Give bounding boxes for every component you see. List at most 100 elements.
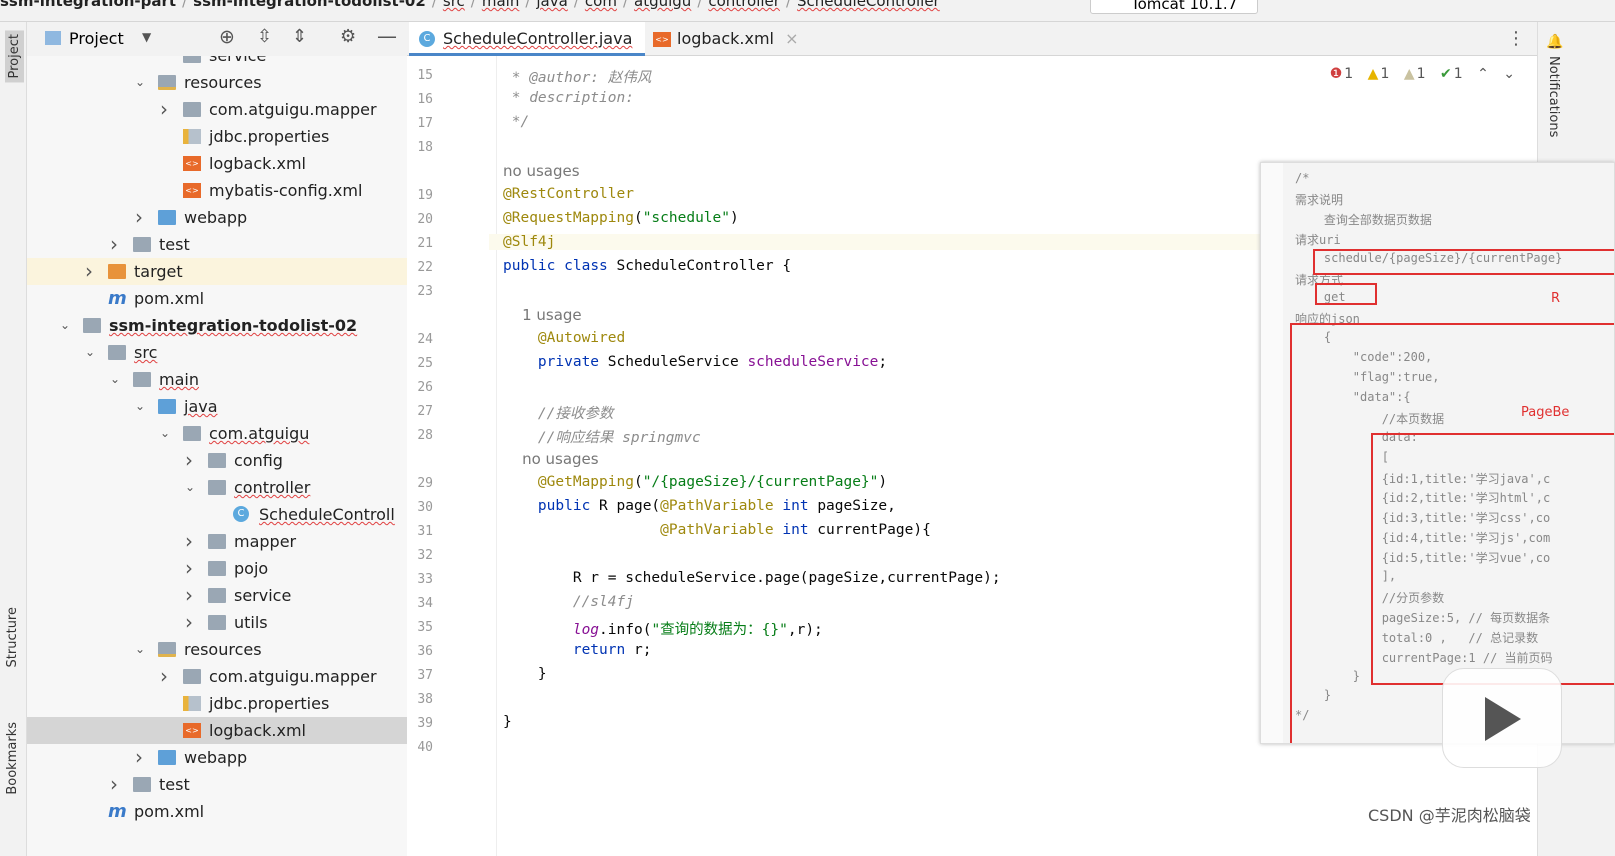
chevron-down-icon[interactable]: ⌄ <box>160 420 172 447</box>
video-play-icon[interactable] <box>1442 668 1562 768</box>
chevron-right-icon[interactable]: › <box>185 582 197 609</box>
chevron-right-icon[interactable]: › <box>135 204 147 231</box>
tree-item[interactable]: ⌄ ssm-integration-todolist-02 <box>27 312 407 339</box>
chevron-down-icon[interactable]: ⌄ <box>85 339 97 366</box>
bookmarks-tool-button[interactable]: Bookmarks <box>5 722 20 795</box>
tree-item[interactable]: C ScheduleControll <box>27 501 407 528</box>
tree-item[interactable]: › service <box>27 582 407 609</box>
hide-icon[interactable]: — <box>377 24 397 48</box>
excluded-folder-icon <box>108 264 126 279</box>
chevron-down-icon[interactable]: ⌄ <box>135 636 147 663</box>
tree-item[interactable]: <> logback.xml <box>27 150 407 177</box>
breadcrumb-item[interactable]: ScheduleController <box>797 0 940 10</box>
tree-item[interactable]: <> mybatis-config.xml <box>27 177 407 204</box>
expand-all-icon[interactable]: ⇳ <box>257 26 272 47</box>
project-view-select[interactable]: Project <box>69 29 124 48</box>
tree-item[interactable]: › webapp <box>27 204 407 231</box>
tree-item[interactable]: ⌄ resources <box>27 636 407 663</box>
chevron-right-icon[interactable]: › <box>110 231 122 258</box>
locate-icon[interactable]: ⊕ <box>219 26 235 48</box>
breadcrumb-item[interactable]: java <box>536 0 567 10</box>
structure-tool-button[interactable]: Structure <box>5 607 20 667</box>
code-line: public R page(@PathVariable int pageSize… <box>537 498 896 514</box>
code-line: * description: <box>503 90 634 106</box>
chevron-right-icon[interactable]: › <box>185 528 197 555</box>
gear-icon[interactable]: ⚙ <box>340 26 356 47</box>
run-config-select[interactable]: Tomcat 10.1.7 <box>1090 0 1258 14</box>
tree-item-label: pom.xml <box>134 289 205 308</box>
chevron-right-icon[interactable]: › <box>110 771 122 798</box>
next-highlight-icon[interactable]: ⌄ <box>1503 66 1515 82</box>
tree-item[interactable]: › webapp <box>27 744 407 771</box>
breadcrumb-item[interactable]: controller <box>708 0 780 10</box>
chevron-right-icon[interactable]: › <box>185 447 197 474</box>
tree-item[interactable]: ⌄ resources <box>27 69 407 96</box>
tree-item[interactable]: jdbc.properties <box>27 123 407 150</box>
chevron-right-icon[interactable]: › <box>85 258 97 285</box>
previous-highlight-icon[interactable]: ⌃ <box>1477 66 1489 82</box>
code-line: //sl4fj <box>503 594 634 610</box>
folder-icon <box>183 426 201 441</box>
bell-icon[interactable]: 🔔 <box>1546 34 1563 50</box>
tree-item[interactable]: › mapper <box>27 528 407 555</box>
tree-item-label: com.atguigu.mapper <box>209 667 377 686</box>
chevron-down-icon[interactable]: ▼ <box>142 30 151 44</box>
notifications-tool-button[interactable]: Notifications <box>1546 56 1561 137</box>
popup-gutter <box>1261 163 1283 743</box>
tree-item[interactable]: ⌄ com.atguigu <box>27 420 407 447</box>
line-number: 26 <box>417 380 433 395</box>
chevron-down-icon[interactable]: ⌄ <box>135 393 147 420</box>
chevron-right-icon[interactable]: › <box>160 663 172 690</box>
folder-icon <box>133 777 151 792</box>
tree-item[interactable]: m pom.xml <box>27 285 407 312</box>
breadcrumb-item[interactable]: com <box>585 0 617 10</box>
chevron-right-icon[interactable]: › <box>185 555 197 582</box>
usage-hint[interactable]: no usages <box>503 450 599 468</box>
usage-hint[interactable]: no usages <box>503 162 580 180</box>
tree-item[interactable]: › pojo <box>27 555 407 582</box>
breadcrumb-item[interactable]: src <box>443 0 465 10</box>
tree-item[interactable]: › com.atguigu.mapper <box>27 96 407 123</box>
close-icon[interactable]: × <box>785 29 798 48</box>
code-line: private ScheduleService scheduleService; <box>537 354 888 370</box>
chevron-right-icon[interactable]: › <box>185 609 197 636</box>
tree-item[interactable]: jdbc.properties <box>27 690 407 717</box>
tree-item-label: com.atguigu.mapper <box>209 100 377 119</box>
collapse-all-icon[interactable]: ⇕ <box>292 26 307 47</box>
tree-item-label: controller <box>234 478 311 497</box>
chevron-down-icon[interactable]: ⌄ <box>60 312 72 339</box>
tree-item-label: ssm-integration-todolist-02 <box>109 316 358 335</box>
annotation-label: PageBe <box>1521 405 1570 420</box>
breadcrumb-item[interactable]: main <box>482 0 519 10</box>
tree-item[interactable]: <> logback.xml <box>27 717 407 744</box>
tree-item[interactable]: › com.atguigu.mapper <box>27 663 407 690</box>
chevron-right-icon[interactable]: › <box>160 96 172 123</box>
tab-schedulecontroller[interactable]: C ScheduleController.java × <box>409 22 645 82</box>
tree-item[interactable]: › config <box>27 447 407 474</box>
tab-logback[interactable]: <> logback.xml × <box>651 22 799 56</box>
chevron-right-icon[interactable]: › <box>135 744 147 771</box>
line-number: 23 <box>417 284 433 299</box>
tree-item[interactable]: › test <box>27 771 407 798</box>
tree-item[interactable]: ⌄ java <box>27 393 407 420</box>
breadcrumb-item[interactable]: ssm-integration-todolist-02 <box>193 0 426 10</box>
usage-hint[interactable]: 1 usage <box>503 306 582 324</box>
chevron-down-icon[interactable]: ⌄ <box>135 69 147 96</box>
inspection-widget[interactable]: ❶1 ▲ 1 ▲ 1 ✔ 1 ⌃ ⌄ <box>1320 66 1515 82</box>
chevron-down-icon[interactable]: ⌄ <box>185 474 197 501</box>
tree-item[interactable]: › utils <box>27 609 407 636</box>
line-number: 19 <box>417 188 433 203</box>
tree-item[interactable]: service <box>27 56 407 69</box>
chevron-down-icon[interactable]: ⌄ <box>110 366 122 393</box>
tree-item[interactable]: › target <box>27 258 407 285</box>
tree-item[interactable]: ⌄ src <box>27 339 407 366</box>
more-icon[interactable]: ⋮ <box>1507 28 1525 49</box>
project-tool-button[interactable]: Project <box>5 30 24 83</box>
tree-item[interactable]: › test <box>27 231 407 258</box>
tree-item[interactable]: ⌄ controller <box>27 474 407 501</box>
breadcrumb-item[interactable]: atguigu <box>634 0 691 10</box>
error-icon: ❶ <box>1329 66 1343 82</box>
tree-item[interactable]: ⌄ main <box>27 366 407 393</box>
tree-item[interactable]: m pom.xml <box>27 798 407 825</box>
breadcrumb-item[interactable]: ssm-integration-part <box>0 0 176 10</box>
